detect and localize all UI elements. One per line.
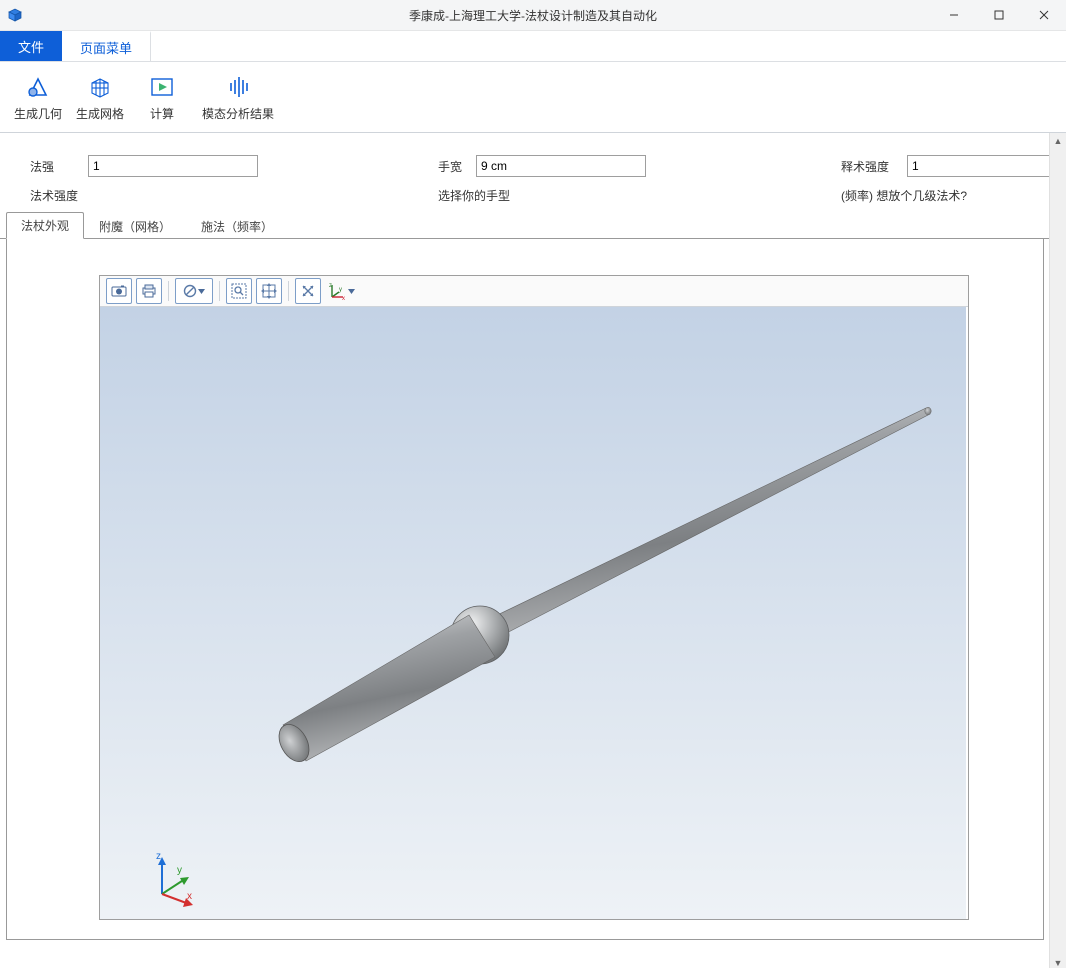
zoom-box-icon (231, 283, 247, 299)
calculate-icon (148, 73, 176, 101)
ribbon-modal-results[interactable]: 模态分析结果 (198, 73, 278, 122)
param-desc: 法术强度 (30, 187, 258, 204)
forbid-dropdown[interactable] (175, 278, 213, 304)
parameters-row: 法强 法术强度 手宽 选择你的手型 释术强度 (频率) 想放个几级法术? (0, 133, 1050, 212)
print-button[interactable] (136, 278, 162, 304)
maximize-button[interactable] (976, 0, 1021, 30)
close-button[interactable] (1021, 0, 1066, 30)
reset-view-icon (300, 283, 316, 299)
menu-tabbar: 文件 页面菜单 (0, 31, 1066, 62)
zoom-extents-button[interactable] (256, 278, 282, 304)
subtab-appearance[interactable]: 法杖外观 (6, 212, 84, 239)
param-input-hand-width[interactable] (476, 155, 646, 177)
ribbon-generate-geometry[interactable]: 生成几何 (12, 73, 64, 122)
menu-tab-file[interactable]: 文件 (0, 31, 62, 61)
ribbon-calculate[interactable]: 计算 (136, 73, 188, 122)
toolbar-separator (219, 281, 220, 301)
minimize-button[interactable] (931, 0, 976, 30)
forbid-icon (183, 284, 197, 298)
param-hand-width: 手宽 选择你的手型 (438, 155, 646, 204)
toolbar-separator (288, 281, 289, 301)
viewer-toolbar: z y x (100, 276, 968, 307)
param-cast-strength: 释术强度 (频率) 想放个几级法术? (841, 155, 1050, 204)
ribbon-generate-mesh[interactable]: 生成网格 (74, 73, 126, 122)
viewer-panel: z y x (6, 239, 1044, 940)
param-label: 手宽 (438, 158, 468, 175)
scroll-down-arrow[interactable]: ▼ (1050, 955, 1066, 968)
viewer-wrap: z y x (99, 275, 969, 920)
content-area: 法强 法术强度 手宽 选择你的手型 释术强度 (频率) 想放个几级法术? (0, 133, 1066, 968)
printer-icon (141, 283, 157, 299)
scroll-up-arrow[interactable]: ▲ (1050, 133, 1066, 149)
app-icon (6, 6, 24, 24)
param-label: 释术强度 (841, 158, 899, 175)
svg-text:y: y (339, 287, 342, 293)
param-desc: (频率) 想放个几级法术? (841, 187, 1050, 204)
screenshot-button[interactable] (106, 278, 132, 304)
chevron-down-icon (348, 288, 355, 295)
reset-view-button[interactable] (295, 278, 321, 304)
subtab-cast[interactable]: 施法（频率） (186, 213, 288, 239)
window-controls (931, 0, 1066, 30)
geometry-icon (24, 73, 52, 101)
axis-icon: z y x (329, 282, 347, 300)
param-desc: 选择你的手型 (438, 187, 646, 204)
viewport-3d[interactable] (100, 307, 966, 919)
zoom-extents-icon (261, 283, 277, 299)
chevron-down-icon (198, 288, 205, 295)
toolbar-separator (168, 281, 169, 301)
title-bar: 季康成-上海理工大学-法杖设计制造及其自动化 (0, 0, 1066, 31)
menu-tab-page[interactable]: 页面菜单 (62, 31, 151, 61)
window-title: 季康成-上海理工大学-法杖设计制造及其自动化 (0, 7, 1066, 24)
zoom-box-button[interactable] (226, 278, 252, 304)
camera-icon (111, 283, 127, 299)
param-input-cast-strength[interactable] (907, 155, 1050, 177)
modal-results-icon (224, 73, 252, 101)
svg-text:z: z (329, 283, 332, 289)
svg-text:x: x (342, 296, 345, 300)
param-input-magic-power[interactable] (88, 155, 258, 177)
subtab-enchant[interactable]: 附魔（网格） (84, 213, 186, 239)
ribbon: 生成几何 生成网格 计算 (0, 62, 1066, 133)
axis-orientation-dropdown[interactable]: z y x (325, 278, 359, 304)
param-label: 法强 (30, 158, 80, 175)
vertical-scrollbar[interactable]: ▲ ▼ (1049, 133, 1066, 968)
sub-tabs: 法杖外观 附魔（网格） 施法（频率） (0, 212, 1050, 239)
param-magic-power: 法强 法术强度 (30, 155, 258, 204)
mesh-icon (86, 73, 114, 101)
